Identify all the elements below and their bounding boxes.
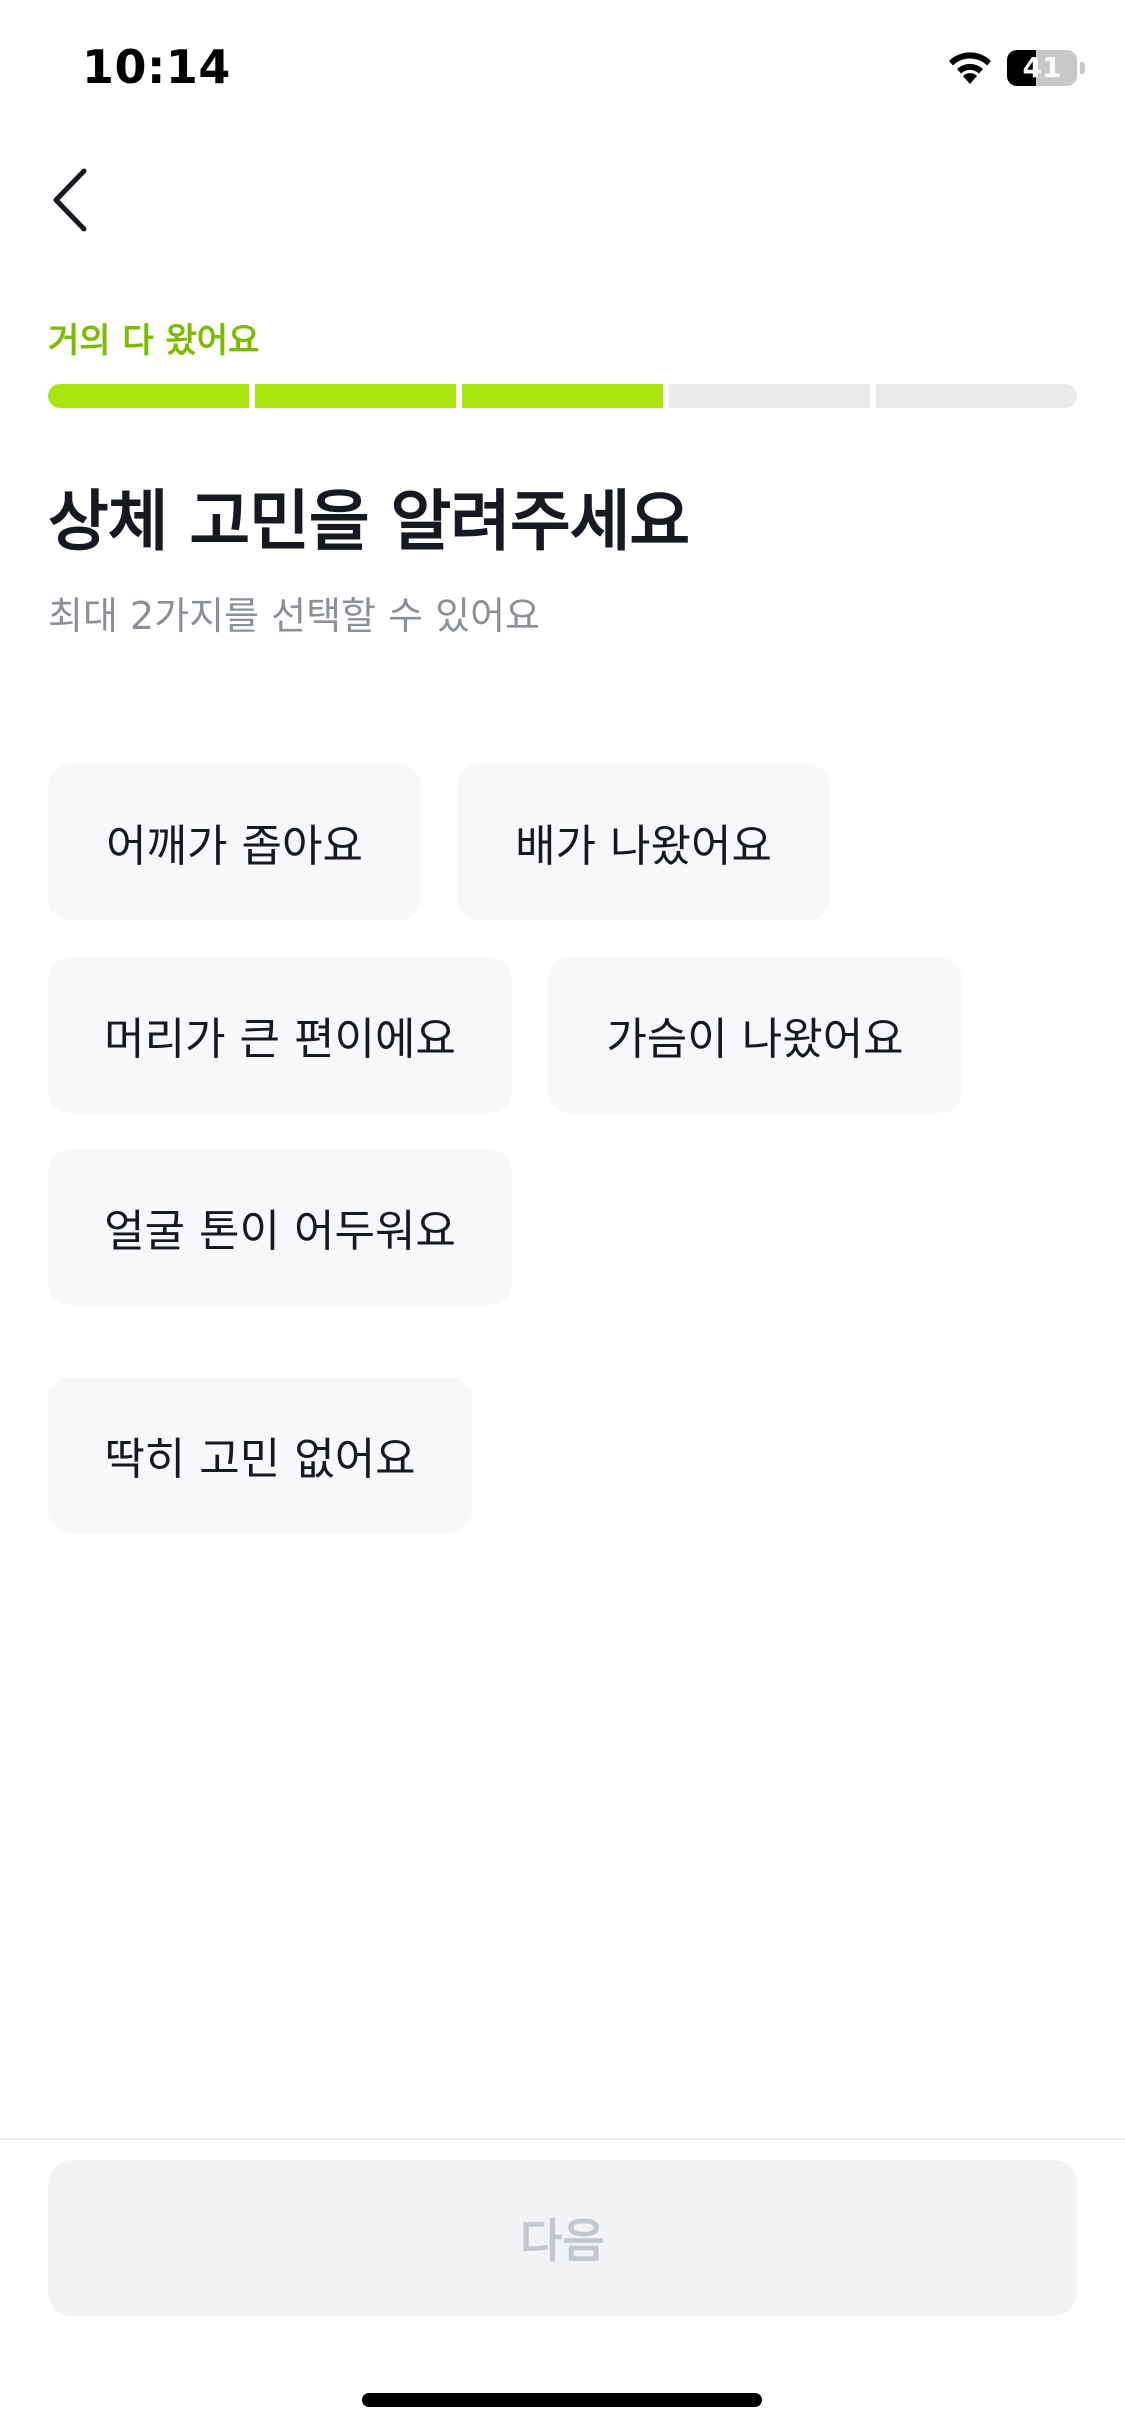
progress-bar bbox=[48, 384, 1077, 408]
option-chip-big-head[interactable]: 머리가 큰 편이에요 bbox=[48, 957, 512, 1113]
progress-segment bbox=[255, 384, 456, 408]
progress-segment bbox=[669, 384, 870, 408]
progress-segment bbox=[48, 384, 249, 408]
progress-segment bbox=[876, 384, 1077, 408]
footer-divider bbox=[0, 2138, 1125, 2140]
option-chip-no-concerns[interactable]: 딱히 고민 없어요 bbox=[48, 1377, 472, 1533]
back-button[interactable] bbox=[40, 155, 120, 245]
battery-cap bbox=[1080, 62, 1085, 74]
wifi-icon bbox=[949, 52, 991, 84]
battery-body: 41 bbox=[1007, 50, 1077, 86]
page-subtitle: 최대 2가지를 선택할 수 있어요 bbox=[48, 594, 541, 638]
next-button[interactable]: 다음 bbox=[48, 2160, 1077, 2316]
battery-level: 41 bbox=[1022, 51, 1062, 84]
status-bar: 10:14 41 bbox=[0, 0, 1125, 140]
progress-segment bbox=[462, 384, 663, 408]
option-chip-chest[interactable]: 가슴이 나왔어요 bbox=[548, 957, 962, 1113]
option-chip-narrow-shoulders[interactable]: 어깨가 좁아요 bbox=[48, 764, 421, 920]
option-chip-dark-skin-tone[interactable]: 얼굴 톤이 어두워요 bbox=[48, 1149, 512, 1305]
home-indicator bbox=[362, 2393, 762, 2407]
chevron-left-icon bbox=[53, 168, 87, 232]
status-time: 10:14 bbox=[82, 40, 231, 94]
option-chip-belly[interactable]: 배가 나왔어요 bbox=[457, 764, 830, 920]
page-title: 상체 고민을 알려주세요 bbox=[48, 483, 690, 560]
battery-icon: 41 bbox=[1007, 50, 1085, 86]
progress-label: 거의 다 왔어요 bbox=[48, 321, 260, 361]
